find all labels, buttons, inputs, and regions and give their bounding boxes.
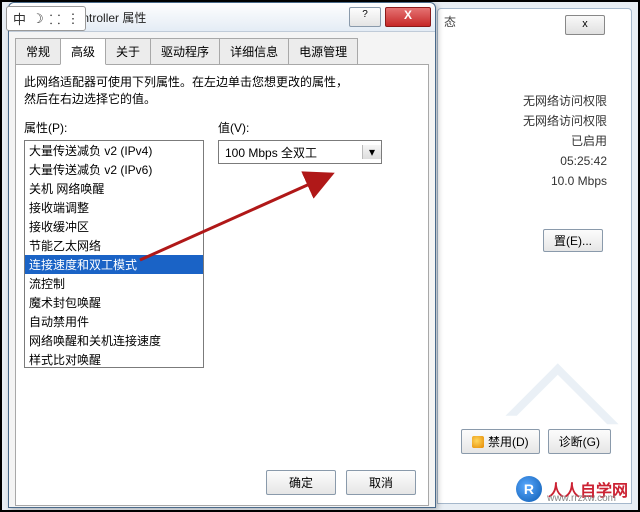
list-item[interactable]: 自动禁用件 (25, 312, 203, 331)
tab-advanced[interactable]: 高级 (60, 38, 106, 65)
list-item[interactable]: 流控制 (25, 274, 203, 293)
tab-driver[interactable]: 驱动程序 (150, 38, 220, 64)
list-item[interactable]: 大量传送减负 v2 (IPv4) (25, 141, 203, 160)
chevron-down-icon[interactable]: ▾ (362, 145, 381, 159)
status-ipv6: 无网络访问权限 (444, 111, 607, 131)
list-item[interactable]: 大量传送减负 v2 (IPv6) (25, 160, 203, 179)
ime-han[interactable]: 中 (13, 9, 26, 28)
list-item[interactable]: 网络唤醒和关机连接速度 (25, 331, 203, 350)
house-watermark-icon (505, 363, 618, 476)
close-button[interactable]: X (385, 7, 431, 27)
ime-toolbar[interactable]: 中 ☽ ⸬ ⋮ (6, 6, 86, 31)
list-item[interactable]: 节能乙太网络 (25, 236, 203, 255)
status-duration: 05:25:42 (444, 151, 607, 171)
tab-details[interactable]: 详细信息 (219, 38, 289, 64)
ok-button[interactable]: 确定 (266, 470, 336, 495)
value-combobox[interactable]: 100 Mbps 全双工 ▾ (218, 140, 382, 164)
property-listbox[interactable]: 大量传送减负 v2 (IPv4) 大量传送减负 v2 (IPv6) 关机 网络唤… (24, 140, 204, 368)
list-item[interactable]: 接收缓冲区 (25, 217, 203, 236)
connection-status: 无网络访问权限 无网络访问权限 已启用 05:25:42 10.0 Mbps (444, 91, 625, 191)
status-speed: 10.0 Mbps (444, 171, 607, 191)
screenshot-frame: 中 ☽ ⸬ ⋮ 态 x 无网络访问权限 无网络访问权限 已启用 05:25:42… (0, 0, 640, 512)
property-label: 属性(P): (24, 119, 204, 136)
help-button[interactable]: ? (349, 7, 381, 27)
value-label: 值(V): (218, 119, 382, 136)
configure-button[interactable]: 置(E)... (543, 229, 603, 252)
watermark-logo-icon (516, 476, 542, 502)
status-ipv4: 无网络访问权限 (444, 91, 607, 111)
watermark: 人人自学网 www.rrzxw.com (516, 476, 628, 502)
ime-menu-icon[interactable]: ⋮ (66, 11, 79, 27)
list-item[interactable]: 关机 网络唤醒 (25, 179, 203, 198)
list-item[interactable]: 魔术封包唤醒 (25, 293, 203, 312)
shield-icon (472, 436, 484, 448)
status-media: 已启用 (444, 131, 607, 151)
network-status-window: 态 x 无网络访问权限 无网络访问权限 已启用 05:25:42 10.0 Mb… (437, 8, 632, 504)
ime-sym-icon[interactable]: ⸬ (50, 10, 61, 28)
tab-general[interactable]: 常规 (15, 38, 61, 64)
advanced-panel: 此网络适配器可使用下列属性。在左边单击您想更改的属性， 然后在右边选择它的值。 … (15, 65, 429, 506)
list-item[interactable]: 样式比对唤醒 (25, 350, 203, 368)
cancel-button[interactable]: 取消 (346, 470, 416, 495)
panel-description: 此网络适配器可使用下列属性。在左边单击您想更改的属性， 然后在右边选择它的值。 (24, 73, 420, 107)
list-item[interactable]: 接收端调整 (25, 198, 203, 217)
adapter-properties-dialog: E Family Controller 属性 ? X 常规 高级 关于 驱动程序… (8, 2, 436, 508)
list-item-selected[interactable]: 连接速度和双工模式 (25, 255, 203, 274)
tab-about[interactable]: 关于 (105, 38, 151, 64)
watermark-url: www.rrzxw.com (547, 493, 616, 504)
ime-moon-icon[interactable]: ☽ (32, 11, 44, 27)
bg-title-fragment: 态 (438, 9, 462, 34)
tab-strip: 常规 高级 关于 驱动程序 详细信息 电源管理 (15, 38, 429, 65)
bg-close-button[interactable]: x (565, 15, 605, 35)
combo-value: 100 Mbps 全双工 (219, 144, 362, 161)
tab-power[interactable]: 电源管理 (288, 38, 358, 64)
